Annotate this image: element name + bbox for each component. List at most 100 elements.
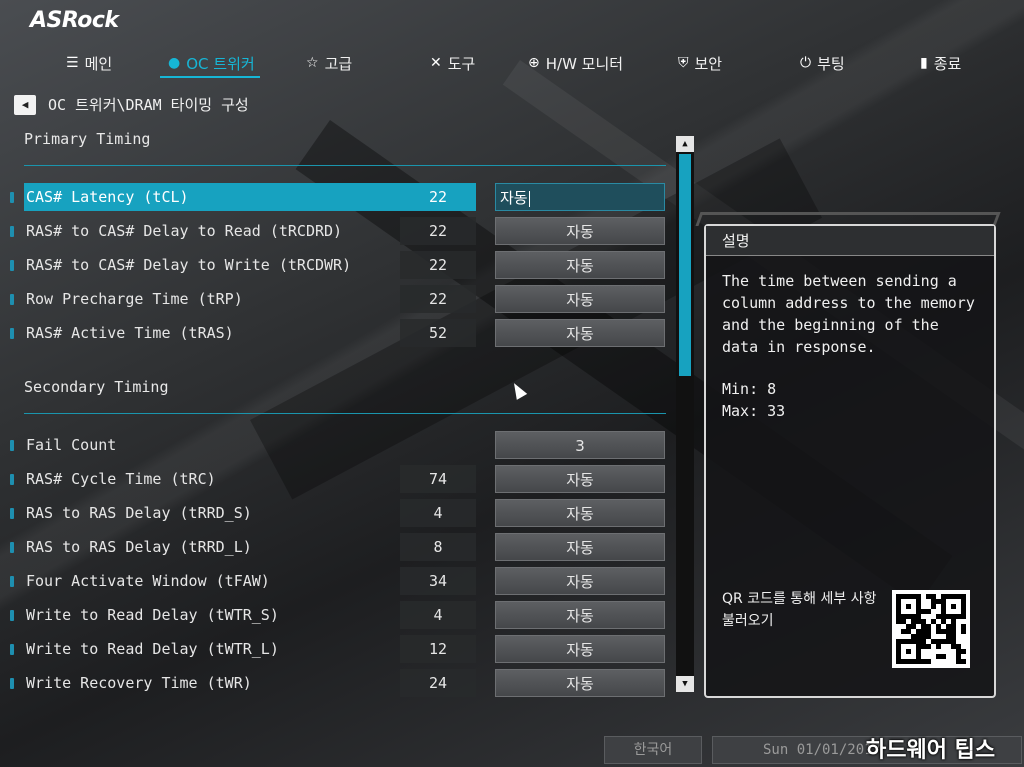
description-min: Min: 8: [722, 380, 777, 398]
row-marker: [10, 576, 14, 587]
tab-label: 종료: [933, 54, 962, 73]
current-value: 22: [400, 285, 476, 313]
section-title-primary: Primary Timing: [24, 130, 151, 148]
asrock-logo: ASRock: [30, 8, 119, 33]
setting-value-input[interactable]: 자동: [495, 183, 665, 211]
current-value: 22: [400, 183, 476, 211]
breadcrumb-path: OC 트위커\DRAM 타이밍 구성: [48, 96, 249, 114]
current-value: [400, 431, 476, 459]
current-value: 24: [400, 669, 476, 697]
row-marker: [10, 226, 14, 237]
description-title: 설명: [706, 226, 994, 256]
setting-value-input[interactable]: 자동: [495, 217, 665, 245]
row-marker: [10, 542, 14, 553]
section-divider: [24, 165, 666, 166]
scroll-up-arrow-icon[interactable]: ▲: [676, 136, 694, 152]
setting-row-trp[interactable]: Row Precharge Time (tRP) 22 자동: [0, 285, 670, 313]
current-value: 22: [400, 217, 476, 245]
scrollbar[interactable]: ▲ ▼: [676, 136, 694, 692]
setting-value-input[interactable]: 자동: [495, 601, 665, 629]
current-value: 52: [400, 319, 476, 347]
setting-row-trcdrd[interactable]: RAS# to CAS# Delay to Read (tRCDRD) 22 자…: [0, 217, 670, 245]
scroll-down-arrow-icon[interactable]: ▼: [676, 676, 694, 692]
tab-hw-monitor[interactable]: ⊕ H/W 모니터: [528, 48, 623, 78]
tab-label: OC 트위커: [186, 54, 255, 73]
setting-value-input[interactable]: 자동: [495, 499, 665, 527]
tab-label: 보안: [694, 54, 723, 73]
tab-oc-tweaker[interactable]: ● OC 트위커: [168, 48, 255, 78]
watermark: 하드웨어 팁스: [866, 738, 996, 763]
setting-value-input[interactable]: 자동: [495, 533, 665, 561]
qr-code-pattern: [896, 594, 966, 664]
tab-advanced[interactable]: ☆ 고급: [306, 48, 352, 78]
current-value: 12: [400, 635, 476, 663]
tab-tools[interactable]: ✕ 도구: [430, 48, 475, 78]
crosshair-icon: ⊕: [528, 55, 540, 71]
setting-row-twtr-l[interactable]: Write to Read Delay (tWTR_L) 12 자동: [0, 635, 670, 663]
row-marker: [10, 260, 14, 271]
main-nav: ☰ 메인 ● OC 트위커 ☆ 고급 ✕ 도구 ⊕ H/W 모니터 ⛨ 보안 ⏻…: [0, 44, 1024, 80]
back-arrow-icon[interactable]: ◀: [14, 94, 36, 115]
current-value: 4: [400, 601, 476, 629]
breadcrumb: ◀ OC 트위커\DRAM 타이밍 구성: [14, 94, 249, 115]
list-icon: ☰: [66, 55, 79, 71]
description-text: The time between sending a column addres…: [722, 272, 975, 356]
active-tab-indicator: [160, 76, 260, 78]
text-caret: [528, 190, 530, 207]
flame-icon: ●: [168, 55, 181, 71]
shield-icon: ⛨: [678, 55, 689, 71]
setting-row-tras[interactable]: RAS# Active Time (tRAS) 52 자동: [0, 319, 670, 347]
tab-label: H/W 모니터: [545, 54, 624, 73]
tab-label: 도구: [447, 54, 476, 73]
setting-row-trrd-l[interactable]: RAS to RAS Delay (tRRD_L) 8 자동: [0, 533, 670, 561]
row-marker: [10, 644, 14, 655]
star-icon: ☆: [306, 55, 319, 71]
tab-label: 부팅: [817, 54, 845, 73]
description-panel: 설명 The time between sending a column add…: [704, 224, 996, 698]
setting-row-twtr-s[interactable]: Write to Read Delay (tWTR_S) 4 자동: [0, 601, 670, 629]
row-marker: [10, 610, 14, 621]
setting-value-input[interactable]: 자동: [495, 669, 665, 697]
language-button[interactable]: 한국어: [604, 736, 702, 764]
tab-boot[interactable]: ⏻ 부팅: [800, 48, 845, 78]
setting-row-tcl[interactable]: CAS# Latency (tCL) 22 자동: [0, 183, 670, 211]
row-marker: [10, 474, 14, 485]
qr-caption: QR 코드를 통해 세부 사항 불러오기: [722, 591, 877, 629]
setting-value-input[interactable]: 3: [495, 431, 665, 459]
description-max: Max: 33: [722, 402, 786, 420]
tab-exit[interactable]: ▮ 종료: [920, 48, 961, 78]
current-value: 4: [400, 499, 476, 527]
tab-label: 고급: [324, 54, 353, 73]
section-divider: [24, 413, 666, 414]
tools-icon: ✕: [430, 55, 442, 71]
current-value: 34: [400, 567, 476, 595]
tab-label: 메인: [84, 54, 113, 73]
exit-door-icon: ▮: [920, 55, 928, 71]
row-marker: [10, 192, 14, 203]
setting-value-text: 자동: [500, 189, 528, 207]
qr-module: [961, 659, 966, 664]
setting-value-input[interactable]: 자동: [495, 465, 665, 493]
row-marker: [10, 328, 14, 339]
section-title-secondary: Secondary Timing: [24, 378, 169, 396]
setting-value-input[interactable]: 자동: [495, 251, 665, 279]
setting-value-input[interactable]: 자동: [495, 567, 665, 595]
tab-security[interactable]: ⛨ 보안: [678, 48, 722, 78]
setting-row-trc[interactable]: RAS# Cycle Time (tRC) 74 자동: [0, 465, 670, 493]
tab-main[interactable]: ☰ 메인: [66, 48, 112, 78]
setting-row-twr[interactable]: Write Recovery Time (tWR) 24 자동: [0, 669, 670, 697]
current-value: 8: [400, 533, 476, 561]
scrollbar-thumb[interactable]: [679, 154, 691, 376]
setting-value-input[interactable]: 자동: [495, 319, 665, 347]
setting-value-input[interactable]: 자동: [495, 635, 665, 663]
setting-value-input[interactable]: 자동: [495, 285, 665, 313]
setting-row-trcdwr[interactable]: RAS# to CAS# Delay to Write (tRCDWR) 22 …: [0, 251, 670, 279]
setting-row-fail-count[interactable]: Fail Count 3: [0, 431, 670, 459]
setting-row-trrd-s[interactable]: RAS to RAS Delay (tRRD_S) 4 자동: [0, 499, 670, 527]
row-marker: [10, 508, 14, 519]
current-value: 74: [400, 465, 476, 493]
current-value: 22: [400, 251, 476, 279]
qr-code-icon: [892, 590, 970, 668]
power-icon: ⏻: [800, 55, 812, 71]
setting-row-tfaw[interactable]: Four Activate Window (tFAW) 34 자동: [0, 567, 670, 595]
